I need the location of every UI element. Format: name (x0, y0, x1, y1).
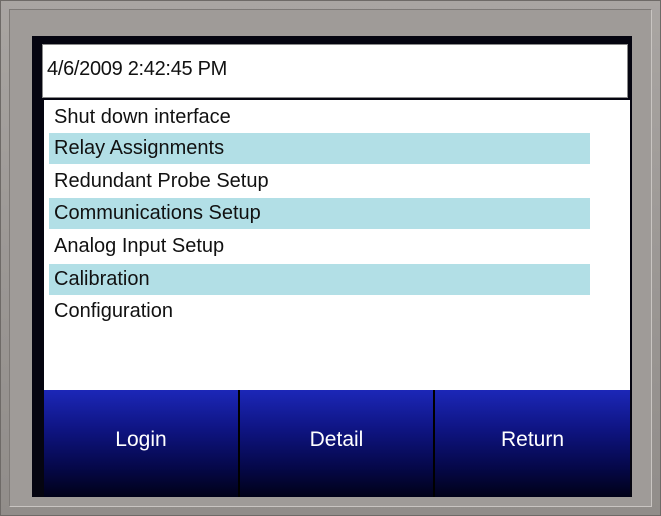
menu-item-relay-assignments[interactable]: Relay Assignments (49, 133, 590, 164)
menu-item-analog-input-setup[interactable]: Analog Input Setup (49, 231, 590, 262)
device-bezel: 4/6/2009 2:42:45 PM Shut down interface … (0, 0, 661, 516)
return-button[interactable]: Return (435, 390, 630, 497)
menu-item-configuration[interactable]: Configuration (49, 296, 590, 327)
function-button-bar: Login Detail Return (44, 390, 630, 497)
menu-item-shut-down-interface[interactable]: Shut down interface (49, 102, 590, 133)
menu-item-redundant-probe-setup[interactable]: Redundant Probe Setup (49, 166, 590, 197)
menu-item-communications-setup[interactable]: Communications Setup (49, 198, 590, 229)
menu-item-calibration[interactable]: Calibration (49, 264, 590, 295)
setup-menu-list: Shut down interface Relay Assignments Re… (44, 100, 630, 390)
touch-screen: 4/6/2009 2:42:45 PM Shut down interface … (32, 36, 632, 497)
login-button[interactable]: Login (44, 390, 240, 497)
detail-button[interactable]: Detail (240, 390, 435, 497)
datetime-display: 4/6/2009 2:42:45 PM (42, 44, 628, 98)
